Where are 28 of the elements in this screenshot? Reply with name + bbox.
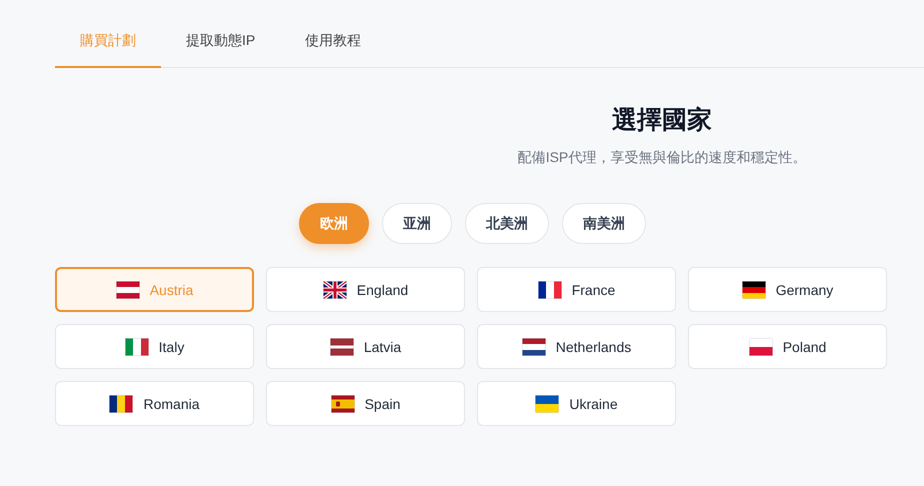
flag-icon <box>109 394 134 412</box>
country-option[interactable]: Germany <box>688 267 887 312</box>
country-option[interactable]: Ukraine <box>477 381 676 426</box>
flag-icon <box>322 280 347 298</box>
region-tab[interactable]: 南美洲 <box>562 203 646 244</box>
flag-icon <box>742 280 766 298</box>
flag-icon <box>124 338 149 356</box>
flag-icon <box>330 394 355 412</box>
country-option[interactable]: Poland <box>688 324 887 369</box>
country-option[interactable]: England <box>266 267 465 312</box>
flag-icon <box>522 338 546 356</box>
country-option[interactable]: Italy <box>55 324 254 369</box>
country-option[interactable]: Spain <box>266 381 465 426</box>
flag-icon <box>535 394 560 412</box>
region-tab[interactable]: 北美洲 <box>465 203 549 244</box>
country-option[interactable]: Latvia <box>266 324 465 369</box>
country-option[interactable]: Netherlands <box>477 324 676 369</box>
flag-icon <box>538 280 562 298</box>
flag-icon <box>748 338 773 356</box>
tab[interactable]: 提取動態IP <box>161 20 280 68</box>
tab[interactable]: 使用教程 <box>280 20 386 68</box>
country-option[interactable]: Romania <box>55 381 254 426</box>
subtitle: 配備ISP代理，享受無與倫比的速度和穩定性。 <box>518 148 806 167</box>
flag-icon <box>116 280 140 298</box>
region-tab[interactable]: 亚洲 <box>382 203 452 244</box>
country-option[interactable]: France <box>477 267 676 312</box>
flag-icon <box>330 338 354 356</box>
page-title: 選擇國家 <box>612 105 712 136</box>
